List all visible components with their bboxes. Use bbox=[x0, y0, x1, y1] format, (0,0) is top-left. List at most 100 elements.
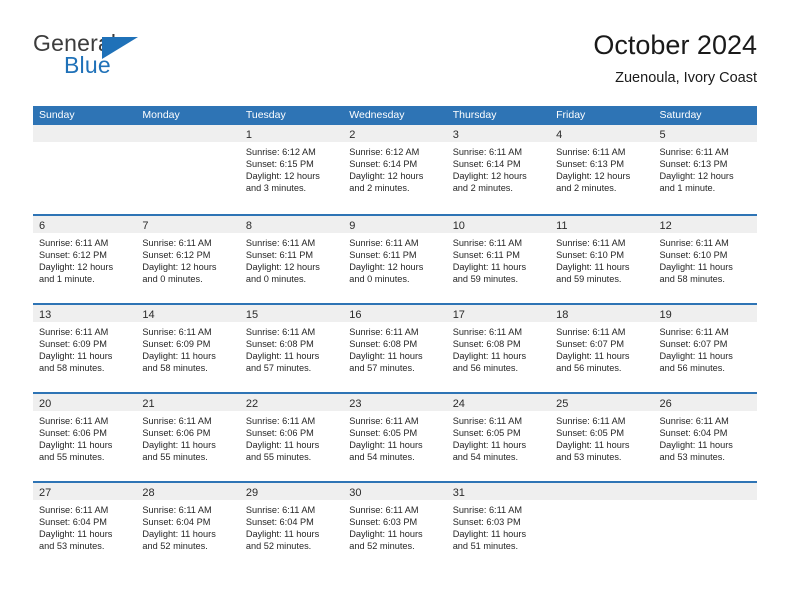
day-number: 20 bbox=[39, 398, 52, 410]
day-cell[interactable]: 25 Sunrise: 6:11 AM Sunset: 6:05 PM Dayligh… bbox=[550, 394, 654, 481]
daylight-text-line1: Daylight: 12 hours bbox=[39, 262, 114, 273]
sunrise-text: Sunrise: 6:11 AM bbox=[245, 416, 316, 426]
day-number: 29 bbox=[245, 487, 259, 499]
daylight-text-line1: Daylight: 11 hours bbox=[142, 440, 216, 451]
weekday-header-wednesday: Wednesday bbox=[349, 109, 405, 121]
sunrise-text: Sunrise: 6:11 AM bbox=[452, 147, 522, 157]
day-cell[interactable]: 15 Sunrise: 6:11 AM Sunset: 6:08 PM Dayligh… bbox=[239, 305, 344, 392]
day-detail: Sunrise: 6:11 AM Sunset: 6:06 PM Daylight:… bbox=[33, 411, 136, 463]
day-cell[interactable]: 11 Sunrise: 6:11 AM Sunset: 6:10 PM Dayligh… bbox=[550, 216, 654, 303]
day-cell[interactable]: 2 Sunrise: 6:12 AM Sunset: 6:14 PM Daylight… bbox=[343, 125, 447, 214]
sunset-text: Sunset: 6:04 PM bbox=[142, 517, 211, 528]
day-number: 14 bbox=[142, 309, 155, 321]
page-subtitle: Zuenoula, Ivory Coast bbox=[615, 70, 757, 86]
sunrise-text: Sunrise: 6:11 AM bbox=[349, 238, 419, 248]
day-cell[interactable]: 19 Sunrise: 6:11 AM Sunset: 6:07 PM Dayligh… bbox=[653, 305, 757, 392]
sunset-text: Sunset: 6:05 PM bbox=[349, 428, 418, 439]
sunrise-text: Sunrise: 6:11 AM bbox=[39, 505, 109, 515]
daylight-text-line1: Daylight: 12 hours bbox=[452, 171, 527, 182]
day-cell[interactable]: 12 Sunrise: 6:11 AM Sunset: 6:10 PM Dayligh… bbox=[653, 216, 757, 303]
daylight-text-line1: Daylight: 11 hours bbox=[349, 529, 423, 540]
day-cell[interactable]: 3 Sunrise: 6:11 AM Sunset: 6:14 PM Daylight… bbox=[446, 125, 551, 214]
daylight-text-line1: Daylight: 11 hours bbox=[39, 440, 113, 451]
day-cell[interactable]: 24 Sunrise: 6:11 AM Sunset: 6:05 PM Dayligh… bbox=[446, 394, 551, 481]
day-number-band: 5 bbox=[653, 125, 757, 142]
day-detail: Sunrise: 6:11 AM Sunset: 6:05 PM Daylight:… bbox=[343, 411, 446, 463]
calendar-week-row: 27 Sunrise: 6:11 AM Sunset: 6:04 PM Dayligh… bbox=[33, 481, 757, 570]
sunset-text: Sunset: 6:10 PM bbox=[556, 250, 625, 261]
day-cell[interactable]: 7 Sunrise: 6:11 AM Sunset: 6:12 PM Daylight… bbox=[136, 216, 240, 303]
day-cell[interactable]: 23 Sunrise: 6:11 AM Sunset: 6:05 PM Dayligh… bbox=[343, 394, 447, 481]
day-number-band: 9 bbox=[343, 216, 447, 233]
day-detail: Sunrise: 6:11 AM Sunset: 6:07 PM Daylight:… bbox=[550, 322, 653, 374]
daylight-text-line2: and 55 minutes. bbox=[245, 452, 312, 463]
day-cell[interactable]: 28 Sunrise: 6:11 AM Sunset: 6:04 PM Dayligh… bbox=[136, 483, 240, 570]
day-cell[interactable]: 26 Sunrise: 6:11 AM Sunset: 6:04 PM Dayligh… bbox=[653, 394, 757, 481]
day-cell[interactable]: 20 Sunrise: 6:11 AM Sunset: 6:06 PM Dayligh… bbox=[33, 394, 137, 481]
daylight-text-line2: and 51 minutes. bbox=[452, 541, 519, 552]
sunset-text: Sunset: 6:07 PM bbox=[659, 339, 728, 350]
day-cell[interactable]: 4 Sunrise: 6:11 AM Sunset: 6:13 PM Daylight… bbox=[550, 125, 654, 214]
day-number-band: 28 bbox=[136, 483, 240, 500]
brand-logo[interactable]: General Blue bbox=[33, 30, 213, 88]
sunset-text: Sunset: 6:04 PM bbox=[39, 517, 107, 528]
sunset-text: Sunset: 6:11 PM bbox=[452, 250, 520, 261]
daylight-text-line1: Daylight: 11 hours bbox=[659, 262, 733, 273]
weekday-header-tuesday: Tuesday bbox=[245, 109, 286, 121]
day-cell[interactable]: 13 Sunrise: 6:11 AM Sunset: 6:09 PM Dayligh… bbox=[33, 305, 137, 392]
day-cell[interactable]: 27 Sunrise: 6:11 AM Sunset: 6:04 PM Dayligh… bbox=[33, 483, 137, 570]
sunrise-text: Sunrise: 6:11 AM bbox=[659, 416, 729, 426]
day-number-band bbox=[550, 483, 654, 500]
sunset-text: Sunset: 6:03 PM bbox=[452, 517, 521, 528]
daylight-text-line2: and 1 minute. bbox=[39, 274, 95, 285]
daylight-text-line2: and 58 minutes. bbox=[142, 363, 208, 374]
day-detail: Sunrise: 6:11 AM Sunset: 6:08 PM Daylight:… bbox=[343, 322, 446, 374]
day-detail: Sunrise: 6:12 AM Sunset: 6:15 PM Daylight:… bbox=[240, 142, 343, 194]
day-cell[interactable]: 16 Sunrise: 6:11 AM Sunset: 6:08 PM Dayligh… bbox=[343, 305, 447, 392]
day-cell[interactable]: 9 Sunrise: 6:11 AM Sunset: 6:11 PM Daylight… bbox=[343, 216, 447, 303]
day-detail: Sunrise: 6:11 AM Sunset: 6:12 PM Daylight:… bbox=[136, 233, 239, 285]
sunrise-text: Sunrise: 6:11 AM bbox=[349, 327, 419, 337]
calendar-week-row: 1 Sunrise: 6:12 AM Sunset: 6:15 PM Daylight… bbox=[33, 125, 757, 214]
brand-name-blue: Blue bbox=[64, 52, 111, 78]
daylight-text-line1: Daylight: 11 hours bbox=[556, 262, 630, 273]
day-number: 18 bbox=[556, 309, 569, 321]
daylight-text-line2: and 52 minutes. bbox=[245, 541, 312, 552]
day-detail: Sunrise: 6:11 AM Sunset: 6:03 PM Daylight:… bbox=[447, 500, 550, 552]
day-cell[interactable]: 22 Sunrise: 6:11 AM Sunset: 6:06 PM Dayligh… bbox=[239, 394, 344, 481]
day-cell[interactable]: 18 Sunrise: 6:11 AM Sunset: 6:07 PM Dayligh… bbox=[550, 305, 654, 392]
day-number-band: 26 bbox=[653, 394, 757, 411]
day-number-band bbox=[653, 483, 757, 500]
day-detail: Sunrise: 6:11 AM Sunset: 6:11 PM Daylight:… bbox=[447, 233, 550, 285]
day-number: 6 bbox=[39, 220, 46, 232]
day-cell[interactable]: 21 Sunrise: 6:11 AM Sunset: 6:06 PM Dayligh… bbox=[136, 394, 240, 481]
daylight-text-line1: Daylight: 11 hours bbox=[39, 351, 113, 362]
daylight-text-line2: and 2 minutes. bbox=[556, 183, 617, 194]
day-cell[interactable]: 8 Sunrise: 6:11 AM Sunset: 6:11 PM Daylight… bbox=[239, 216, 344, 303]
day-cell[interactable]: 10 Sunrise: 6:11 AM Sunset: 6:11 PM Dayligh… bbox=[446, 216, 551, 303]
sunset-text: Sunset: 6:09 PM bbox=[142, 339, 211, 350]
day-cell[interactable]: 29 Sunrise: 6:11 AM Sunset: 6:04 PM Dayligh… bbox=[239, 483, 344, 570]
sunrise-text: Sunrise: 6:11 AM bbox=[349, 416, 419, 426]
day-cell[interactable]: 1 Sunrise: 6:12 AM Sunset: 6:15 PM Daylight… bbox=[239, 125, 344, 214]
sunset-text: Sunset: 6:12 PM bbox=[142, 250, 211, 261]
weekday-header-thursday: Thursday bbox=[452, 109, 497, 121]
sunrise-text: Sunrise: 6:11 AM bbox=[142, 327, 212, 337]
day-cell[interactable]: 30 Sunrise: 6:11 AM Sunset: 6:03 PM Dayligh… bbox=[343, 483, 447, 570]
day-cell[interactable]: 6 Sunrise: 6:11 AM Sunset: 6:12 PM Daylight… bbox=[33, 216, 137, 303]
day-number: 24 bbox=[452, 398, 465, 410]
daylight-text-line2: and 58 minutes. bbox=[659, 274, 725, 285]
day-cell[interactable]: 31 Sunrise: 6:11 AM Sunset: 6:03 PM Dayligh… bbox=[446, 483, 551, 570]
day-cell[interactable]: 17 Sunrise: 6:11 AM Sunset: 6:08 PM Dayligh… bbox=[446, 305, 551, 392]
calendar-week-row: 13 Sunrise: 6:11 AM Sunset: 6:09 PM Dayligh… bbox=[33, 303, 757, 392]
daylight-text-line2: and 53 minutes. bbox=[39, 541, 105, 552]
page-title: October 2024 bbox=[593, 30, 757, 60]
daylight-text-line2: and 56 minutes. bbox=[659, 363, 725, 374]
day-detail: Sunrise: 6:11 AM Sunset: 6:05 PM Daylight:… bbox=[550, 411, 653, 463]
daylight-text-line2: and 59 minutes. bbox=[452, 274, 519, 285]
day-cell[interactable]: 5 Sunrise: 6:11 AM Sunset: 6:13 PM Daylight… bbox=[653, 125, 757, 214]
daylight-text-line1: Daylight: 11 hours bbox=[142, 529, 216, 540]
day-number: 16 bbox=[349, 309, 362, 321]
day-number: 11 bbox=[556, 220, 568, 232]
day-cell[interactable]: 14 Sunrise: 6:11 AM Sunset: 6:09 PM Dayligh… bbox=[136, 305, 240, 392]
